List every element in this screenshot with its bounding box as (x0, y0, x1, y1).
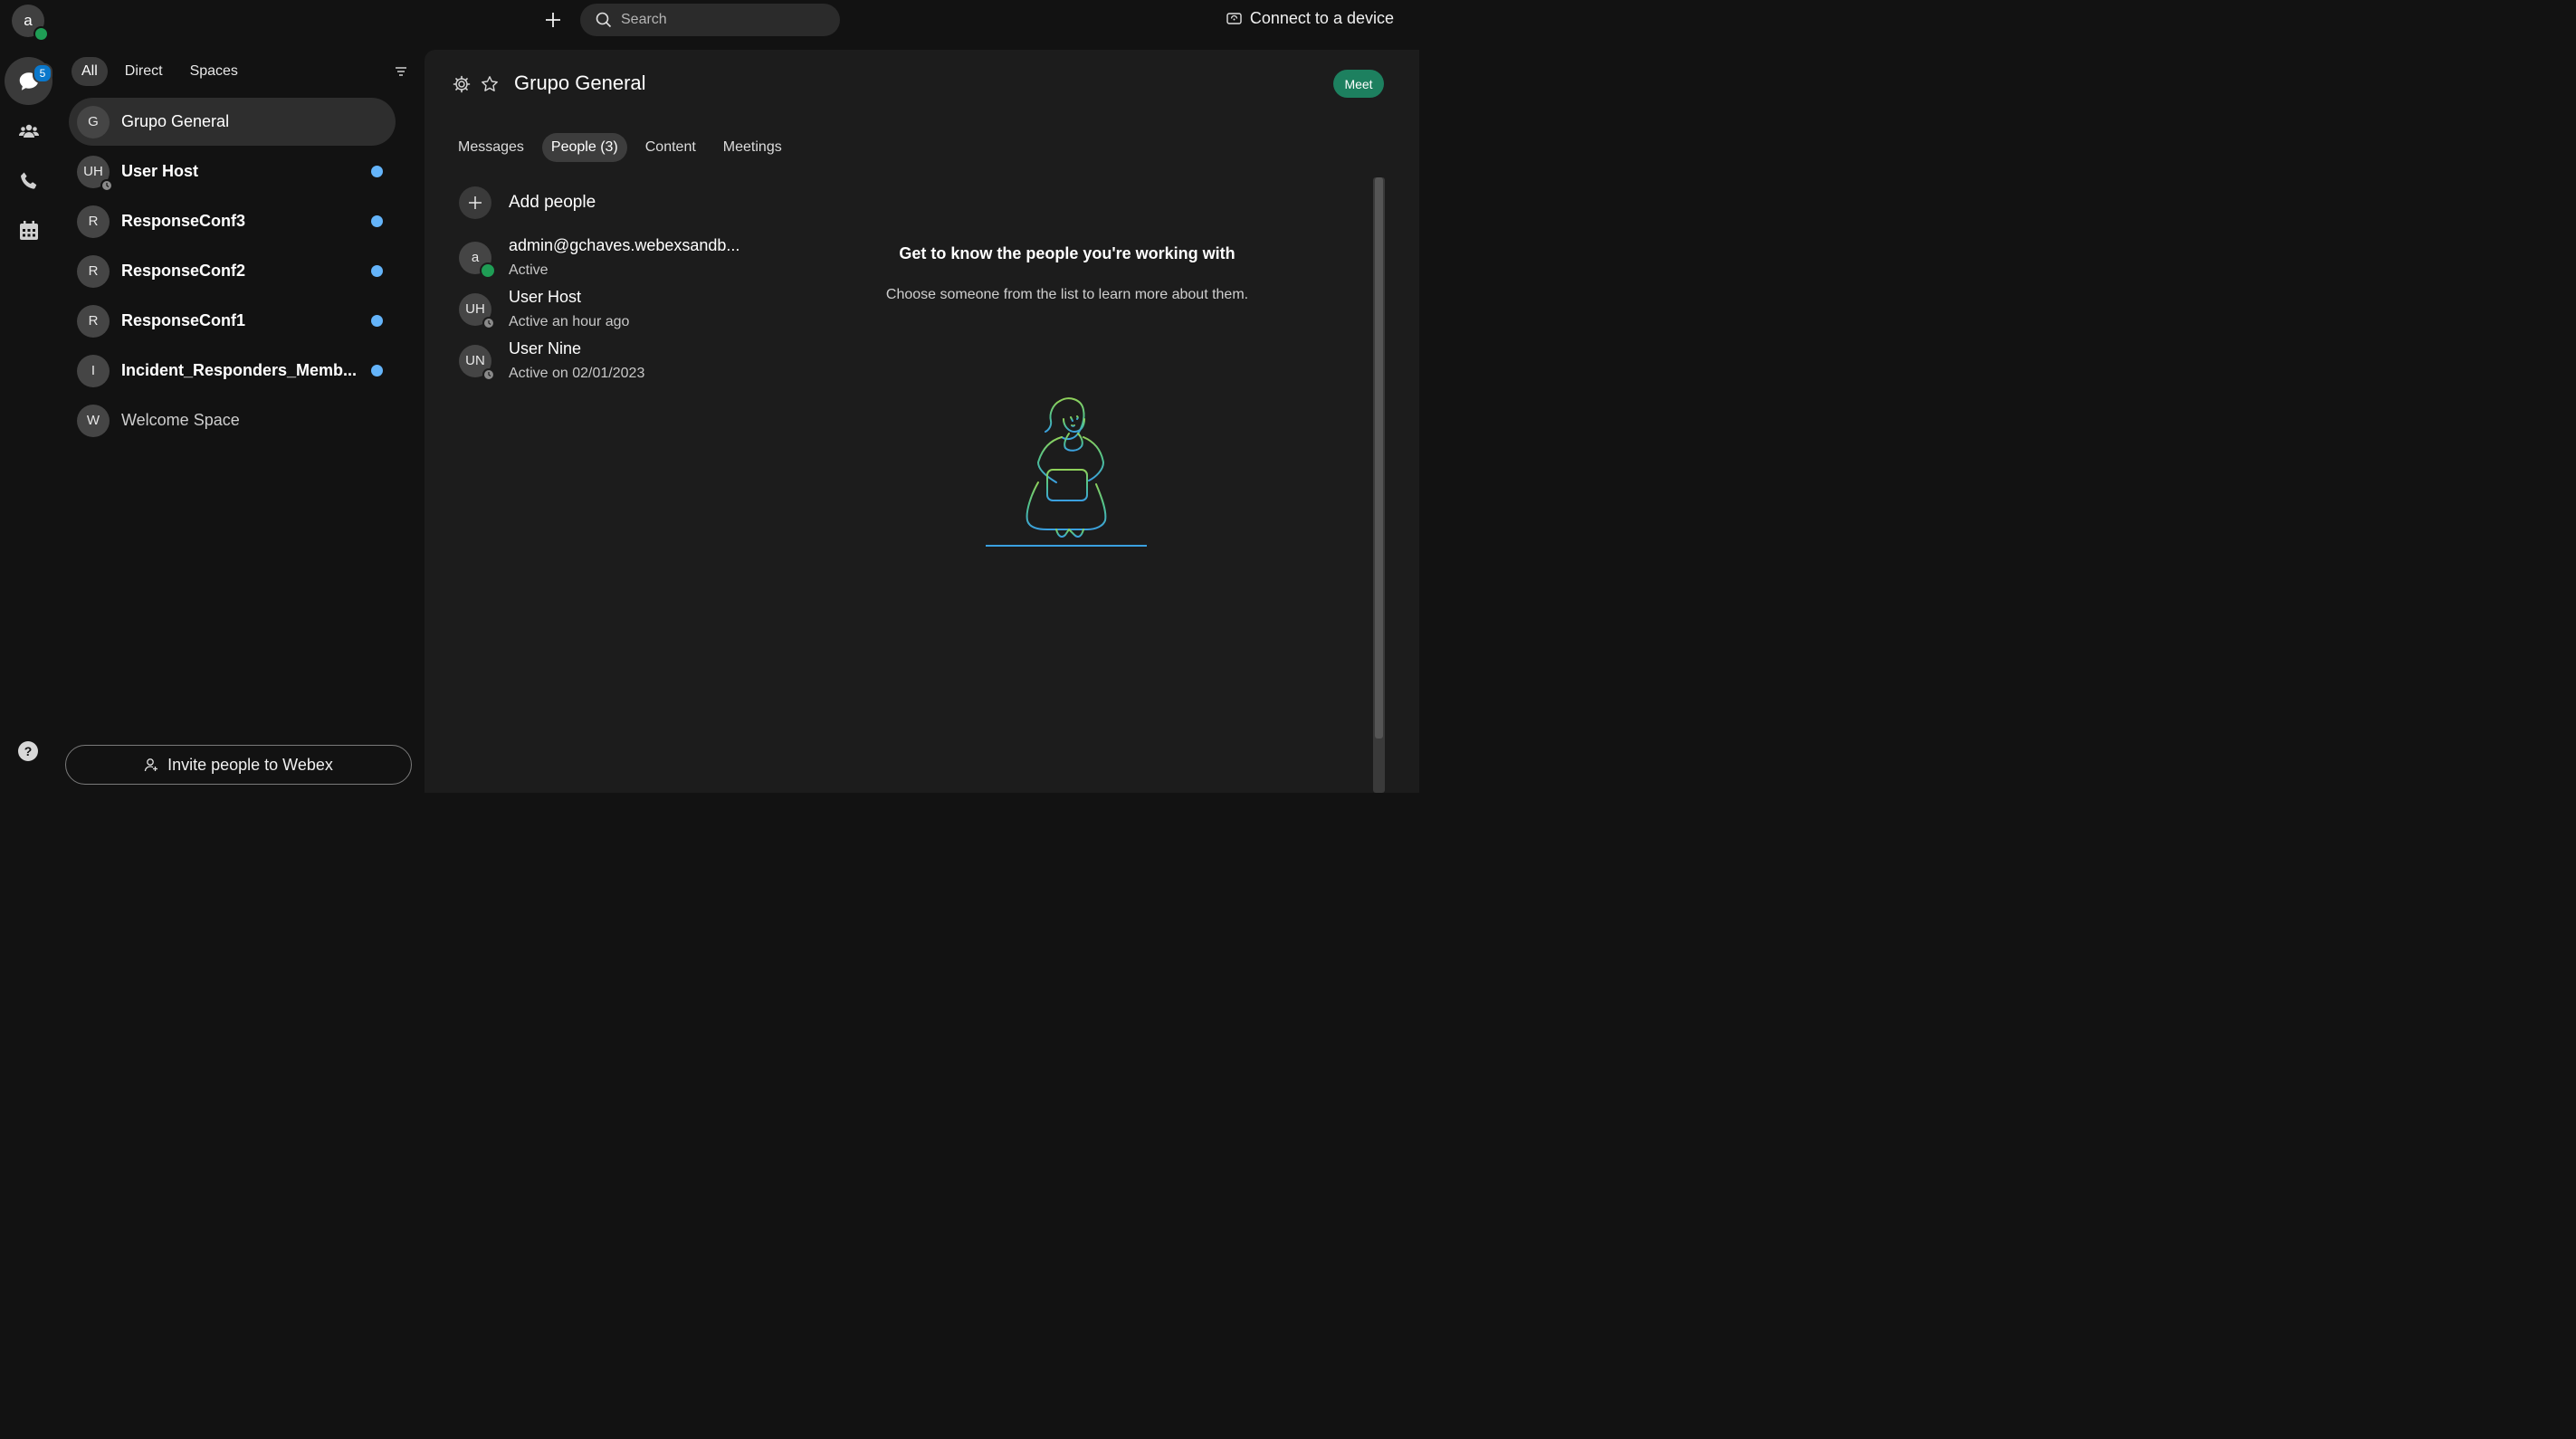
filter-tabs: All Direct Spaces (72, 57, 248, 86)
info-title: Get to know the people you're working wi… (899, 244, 1236, 262)
space-name: User Host (121, 162, 199, 180)
away-clock-icon (482, 367, 495, 381)
space-item-responseconf2[interactable]: R ResponseConf2 (69, 247, 396, 295)
invite-label: Invite people to Webex (167, 755, 333, 774)
space-item-responseconf1[interactable]: R ResponseConf1 (69, 297, 396, 345)
space-item-user-host[interactable]: UH User Host (69, 148, 396, 195)
avatar: UN (459, 344, 495, 381)
unread-indicator (371, 365, 383, 376)
space-tabs: Messages People (3) Content Meetings (449, 133, 791, 162)
space-item-welcome-space[interactable]: W Welcome Space (69, 396, 396, 444)
top-bar: Connect to a device (0, 0, 1419, 41)
filter-all[interactable]: All (72, 57, 108, 86)
search-icon (596, 12, 612, 28)
info-subtitle: Choose someone from the list to learn mo… (885, 287, 1249, 302)
phone-icon (20, 172, 36, 189)
avatar: a (459, 241, 496, 279)
presence-active-indicator (480, 262, 496, 279)
search-input[interactable] (619, 11, 831, 29)
webex-app: a 5 ? Search Connect to a device All Dir… (0, 0, 1419, 793)
filter-options-icon[interactable] (395, 66, 407, 77)
person-status: Active on 02/01/2023 (509, 366, 645, 381)
space-avatar: I (77, 354, 110, 387)
filter-direct[interactable]: Direct (115, 57, 173, 86)
space-name: ResponseConf3 (121, 212, 246, 230)
space-avatar: G (77, 105, 110, 138)
space-avatar: UH (77, 155, 113, 192)
person-name: User Host (509, 288, 582, 306)
favorite-star-icon[interactable] (481, 75, 499, 93)
unread-indicator (371, 166, 383, 177)
new-space-button[interactable] (539, 6, 567, 33)
tab-content[interactable]: Content (636, 133, 705, 162)
avatar: UH (459, 292, 495, 329)
space-name: Incident_Responders_Memb... (121, 361, 358, 379)
teams-nav-button[interactable] (5, 107, 52, 155)
person-item-user-host[interactable]: UH User Host Active an hour ago (459, 288, 629, 330)
away-clock-icon (482, 316, 495, 329)
space-item-grupo-general[interactable]: G Grupo General (69, 98, 396, 146)
tab-messages[interactable]: Messages (449, 133, 533, 162)
tab-meetings[interactable]: Meetings (714, 133, 791, 162)
person-with-laptop-illustration (986, 397, 1147, 547)
space-avatar: W (77, 404, 110, 437)
help-button[interactable]: ? (18, 741, 38, 761)
space-content: Grupo General Meet Messages People (3) C… (425, 50, 1419, 793)
unread-indicator (371, 315, 383, 327)
connect-device-button[interactable]: Connect to a device (1226, 9, 1394, 28)
add-person-icon (144, 758, 158, 772)
people-info-panel: Get to know the people you're working wi… (805, 244, 1330, 303)
add-people-label: Add people (509, 193, 596, 212)
add-circle-icon (459, 186, 491, 219)
space-name: Grupo General (121, 112, 230, 130)
device-icon (1226, 12, 1242, 24)
unread-count-badge: 5 (33, 63, 52, 83)
space-title: Grupo General (514, 71, 646, 94)
tab-people[interactable]: People (3) (541, 133, 627, 162)
meet-button[interactable]: Meet (1333, 70, 1384, 98)
person-status: Active an hour ago (509, 314, 630, 329)
search-bar[interactable] (580, 4, 840, 36)
space-name: ResponseConf2 (121, 262, 246, 280)
space-avatar: R (77, 205, 110, 238)
invite-people-button[interactable]: Invite people to Webex (65, 745, 412, 785)
space-item-responseconf3[interactable]: R ResponseConf3 (69, 197, 396, 245)
space-name: Welcome Space (121, 411, 240, 429)
messaging-nav-button[interactable]: 5 (5, 57, 52, 105)
space-avatar: R (77, 254, 110, 288)
help-icon: ? (24, 744, 33, 758)
teams-icon (18, 124, 39, 138)
connect-device-label: Connect to a device (1249, 9, 1394, 27)
person-item-user-nine[interactable]: UN User Nine Active on 02/01/2023 (459, 339, 644, 382)
settings-gear-icon[interactable] (453, 75, 471, 93)
person-name: admin@gchaves.webexsandb... (509, 236, 740, 254)
person-name: User Nine (509, 339, 582, 357)
meetings-nav-button[interactable] (5, 206, 52, 254)
add-people-button[interactable]: Add people (459, 186, 596, 219)
unread-indicator (371, 265, 383, 277)
scrollbar-thumb[interactable] (1375, 177, 1383, 739)
away-clock-icon (100, 178, 113, 192)
space-item-incident-responders[interactable]: I Incident_Responders_Memb... (69, 347, 396, 395)
space-list-panel: All Direct Spaces G Grupo General UH Use… (56, 41, 424, 793)
space-avatar: R (77, 304, 110, 338)
nav-rail: a 5 ? (0, 0, 56, 793)
person-status: Active (509, 262, 549, 278)
calling-nav-button[interactable] (5, 157, 52, 205)
calendar-icon (19, 220, 38, 240)
filter-spaces[interactable]: Spaces (180, 57, 248, 86)
person-item-admin[interactable]: a admin@gchaves.webexsandb... Active (459, 236, 739, 279)
content-scrollbar[interactable] (1373, 177, 1385, 793)
space-name: ResponseConf1 (121, 311, 246, 329)
plus-icon (546, 13, 560, 27)
unread-indicator (371, 215, 383, 227)
